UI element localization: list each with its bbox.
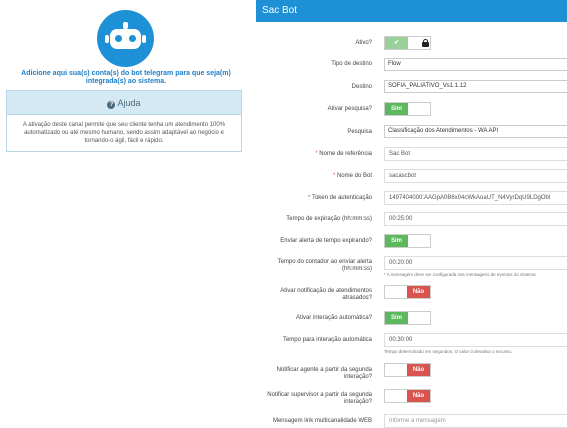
nome-referencia-input[interactable]: Sac Bot [384, 147, 567, 161]
interacao-auto-label: Ativar interação automática? [295, 315, 372, 321]
bot-logo-icon [97, 10, 154, 67]
notif-atrasados-toggle[interactable]: Não [384, 285, 431, 299]
notif-supervisor-toggle[interactable]: Não [384, 389, 431, 403]
notif-agente-toggle[interactable]: Não [384, 363, 431, 377]
toggle-off-label: Não [407, 364, 430, 376]
alerta-expirando-toggle[interactable]: Sim [384, 234, 431, 248]
add-account-text: Adicione aqui sua(s) conta(s) do bot tel… [21, 70, 231, 85]
mensagem-link-input[interactable]: Informe a mensagem [384, 414, 567, 428]
mensagem-link-label: Mensagem link multicanalidade WEB [272, 418, 372, 424]
help-body: A ativação deste canal permite que seu c… [22, 122, 226, 144]
toggle-on-label: Sim [385, 235, 408, 247]
notif-agente-label: Notificar agente a partir da segunda int… [276, 367, 372, 380]
tempo-interacao-input[interactable]: 00:30:00 [384, 333, 567, 347]
pesquisa-label: Pesquisa [347, 129, 372, 135]
tempo-expiracao-label: Tempo de expiração (hh:mm:ss) [286, 216, 372, 222]
destino-label: Destino [351, 84, 372, 90]
tempo-contador-input[interactable]: 00:20:00 [384, 256, 567, 270]
alerta-expirando-label: Enviar alerta de tempo expirando? [280, 238, 372, 244]
sac-bot-form: Sac Bot Ativo? ✔ Tipo de destino Flow De… [256, 0, 567, 428]
help-title: Ajuda [117, 98, 141, 108]
lock-icon [422, 39, 429, 47]
tempo-contador-hint: * A mensagem deve ser configurada nas me… [384, 272, 536, 277]
toggle-off-label: Não [407, 286, 430, 298]
help-box: ? Ajuda A ativação deste canal permite qu… [6, 90, 242, 152]
left-panel: Adicione aqui sua(s) conta(s) do bot tel… [0, 0, 252, 428]
nome-referencia-label: * Nome de referência [315, 151, 372, 157]
toggle-off-label: Não [407, 390, 430, 402]
ativo-check: ✔ [385, 37, 408, 49]
interacao-auto-toggle[interactable]: Sim [384, 311, 431, 325]
nome-bot-label: * Nome do Bot [332, 173, 372, 179]
tempo-interacao-label: Tempo para interação automática [282, 337, 372, 343]
help-header: ? Ajuda [7, 91, 241, 115]
token-label: * Token de autenticação [308, 195, 372, 201]
notif-supervisor-label: Notificar supervisor a partir da segunda… [267, 392, 372, 405]
nome-bot-input[interactable]: sacascbot [384, 169, 567, 183]
tipo-destino-select[interactable]: Flow [384, 58, 567, 71]
notif-atrasados-label: Ativar notificação de atendimentos atras… [280, 288, 372, 301]
ativar-pesquisa-label: Ativar pesquisa? [327, 106, 372, 112]
tempo-expiracao-input[interactable]: 00:25:00 [384, 212, 567, 226]
tipo-destino-label: Tipo de destino [331, 61, 372, 67]
ativar-pesquisa-toggle[interactable]: Sim [384, 102, 431, 116]
tempo-contador-label: Tempo do contador ao enviar alerta (hh:m… [277, 259, 372, 272]
ativo-label: Ativo? [355, 40, 372, 46]
toggle-on-label: Sim [385, 312, 408, 324]
destino-select[interactable]: SOFIA_PALIATIVO_Vs1.1.12 [384, 80, 567, 93]
tempo-interacao-hint: Tempo determinado em segundos. O valor 0… [384, 349, 513, 354]
pesquisa-select[interactable]: Classificação dos Atendimentos - WA API [384, 125, 567, 138]
token-input[interactable]: 1497404000:AAGpA0B6x04cWkAoaUT_N4VyrDqU9… [384, 191, 567, 205]
question-icon: ? [107, 101, 116, 109]
toggle-on-label: Sim [385, 103, 408, 115]
panel-title: Sac Bot [256, 0, 567, 22]
